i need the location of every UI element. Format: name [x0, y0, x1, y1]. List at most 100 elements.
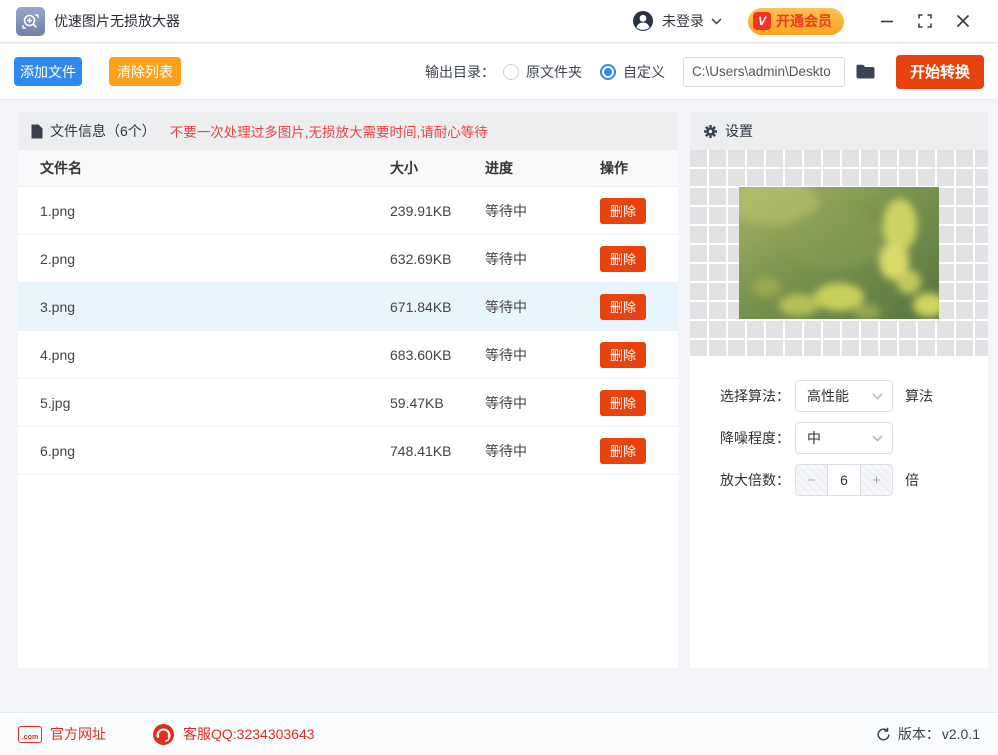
table-row[interactable]: 5.jpg 59.47KB 等待中 删除 [18, 379, 678, 427]
user-menu[interactable]: 未登录 [632, 10, 722, 32]
app-logo-icon [16, 6, 45, 36]
browse-folder-button[interactable] [855, 63, 876, 80]
output-dir-label: 输出目录： [425, 63, 495, 80]
vip-badge-icon: V [753, 12, 771, 30]
scale-label: 放大倍数： [720, 472, 790, 488]
table-row[interactable]: 4.png 683.60KB 等待中 删除 [18, 331, 678, 379]
algorithm-row: 选择算法： 高性能 算法 [720, 380, 988, 412]
denoise-row: 降噪程度： 中 [720, 422, 988, 454]
customer-service-icon [153, 723, 174, 745]
file-name: 3.png [40, 298, 76, 315]
support-qq-label: 客服QQ:3234303643 [183, 726, 315, 742]
file-status: 等待中 [485, 298, 527, 315]
scale-row: 放大倍数： − 6 + 倍 [720, 464, 988, 496]
algorithm-label: 选择算法： [720, 388, 790, 404]
radio-original-label: 原文件夹 [526, 63, 582, 80]
toolbar: 添加文件 清除列表 输出目录： 原文件夹 自定义 开始转换 [0, 44, 998, 100]
col-filename: 文件名 [40, 160, 82, 176]
refresh-icon[interactable] [876, 727, 891, 742]
titlebar: 优速图片无损放大器 未登录 V 开通会员 [0, 0, 998, 43]
radio-custom-folder[interactable]: 自定义 [600, 62, 665, 82]
file-panel-warning: 不要一次处理过多图片,无损放大需要时间,请耐心等待 [169, 125, 488, 140]
delete-button[interactable]: 删除 [600, 197, 646, 224]
denoise-value: 中 [807, 430, 821, 446]
radio-custom-label: 自定义 [623, 63, 665, 80]
denoise-select[interactable]: 中 [795, 422, 893, 454]
website-label: 官方网址 [50, 726, 106, 742]
file-size: 671.84KB [390, 298, 452, 315]
file-status: 等待中 [485, 394, 527, 411]
delete-button[interactable]: 删除 [600, 437, 646, 464]
radio-original-folder[interactable]: 原文件夹 [503, 62, 582, 82]
settings-panel-header: 设置 [690, 112, 988, 150]
close-button[interactable] [944, 6, 982, 36]
file-size: 683.60KB [390, 346, 452, 363]
algorithm-value: 高性能 [807, 388, 849, 404]
file-status: 等待中 [485, 346, 527, 363]
document-icon [31, 124, 43, 138]
delete-button[interactable]: 删除 [600, 341, 646, 368]
settings-panel-title: 设置 [725, 123, 753, 139]
start-convert-button[interactable]: 开始转换 [896, 54, 984, 89]
website-icon: .com [18, 725, 42, 743]
algorithm-suffix: 算法 [905, 388, 933, 404]
file-panel-header: 文件信息（6个） 不要一次处理过多图片,无损放大需要时间,请耐心等待 [18, 112, 678, 150]
settings-panel: 设置 选择算法： 高性能 算法 降噪程度： 中 放大倍数： − 6 + 倍 [690, 112, 988, 668]
vip-upgrade-button[interactable]: V 开通会员 [748, 7, 844, 35]
file-status: 等待中 [485, 442, 527, 459]
scale-increase-button[interactable]: + [860, 465, 892, 495]
official-website-link[interactable]: .com 官方网址 [18, 724, 106, 744]
user-avatar-icon [633, 11, 653, 31]
version-value: v2.0.1 [941, 726, 980, 742]
support-qq-link[interactable]: 客服QQ:3234303643 [152, 723, 315, 746]
delete-button[interactable]: 删除 [600, 293, 646, 320]
chevron-down-icon [872, 434, 883, 442]
file-status: 等待中 [485, 250, 527, 267]
file-size: 632.69KB [390, 250, 452, 267]
add-files-button[interactable]: 添加文件 [14, 57, 82, 86]
table-row[interactable]: 2.png 632.69KB 等待中 删除 [18, 235, 678, 283]
file-name: 1.png [40, 202, 76, 219]
table-row[interactable]: 6.png 748.41KB 等待中 删除 [18, 427, 678, 475]
file-list-panel: 文件信息（6个） 不要一次处理过多图片,无损放大需要时间,请耐心等待 文件名 大… [18, 112, 678, 668]
delete-button[interactable]: 删除 [600, 245, 646, 272]
table-header: 文件名 大小 进度 操作 [18, 150, 678, 187]
file-name: 6.png [40, 442, 76, 459]
footer: .com 官方网址 客服QQ:3234303643 版本： v2.0.1 [0, 712, 998, 755]
col-progress: 进度 [485, 160, 513, 176]
table-row-selected[interactable]: 3.png 671.84KB 等待中 删除 [18, 283, 678, 331]
file-panel-title: 文件信息（6个） [50, 123, 156, 139]
maximize-button[interactable] [906, 6, 944, 36]
login-status-label: 未登录 [662, 13, 704, 29]
preview-image [739, 187, 939, 319]
scale-stepper: − 6 + [795, 464, 893, 496]
settings-form: 选择算法： 高性能 算法 降噪程度： 中 放大倍数： − 6 + 倍 [690, 356, 988, 496]
file-name: 5.jpg [40, 394, 71, 411]
scale-decrease-button[interactable]: − [796, 465, 828, 495]
file-size: 748.41KB [390, 442, 452, 459]
table-row[interactable]: 1.png 239.91KB 等待中 删除 [18, 187, 678, 235]
file-name: 4.png [40, 346, 76, 363]
radio-original-circle [503, 63, 519, 80]
delete-button[interactable]: 删除 [600, 389, 646, 416]
minimize-button[interactable] [868, 6, 906, 36]
file-name: 2.png [40, 250, 76, 267]
file-size: 59.47KB [390, 394, 444, 411]
file-status: 等待中 [485, 202, 527, 219]
app-title: 优速图片无损放大器 [54, 13, 180, 29]
col-size: 大小 [390, 160, 418, 176]
chevron-down-icon [711, 17, 722, 25]
file-size: 239.91KB [390, 202, 452, 219]
folder-icon [856, 64, 875, 79]
clear-list-button[interactable]: 清除列表 [109, 57, 181, 86]
scale-value: 6 [840, 472, 848, 488]
output-path-input[interactable] [683, 56, 845, 87]
scale-suffix: 倍 [905, 472, 919, 488]
vip-label: 开通会员 [776, 13, 832, 29]
gear-icon [704, 124, 717, 138]
algorithm-select[interactable]: 高性能 [795, 380, 893, 412]
denoise-label: 降噪程度： [720, 430, 790, 446]
preview-checkerboard [690, 150, 988, 356]
chevron-down-icon [872, 392, 883, 400]
version-info: 版本： v2.0.1 [876, 724, 980, 744]
